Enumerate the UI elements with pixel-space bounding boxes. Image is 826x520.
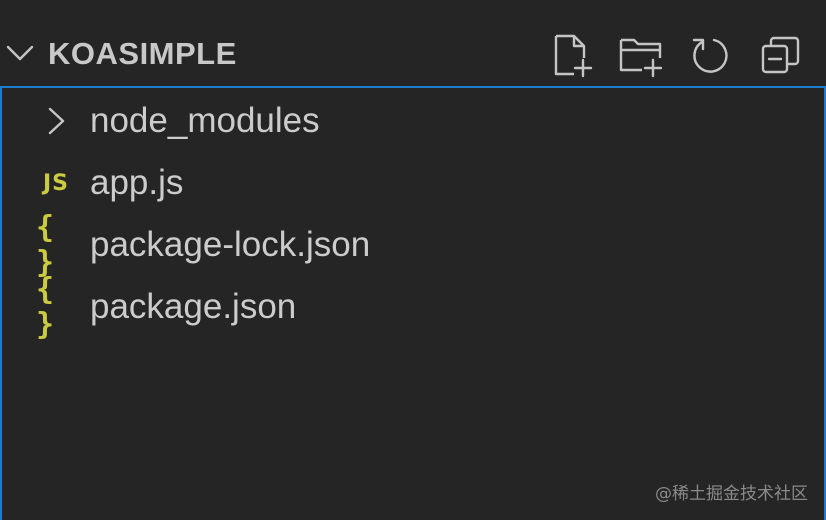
- chevron-down-icon[interactable]: [6, 42, 34, 64]
- javascript-file-icon: JS: [42, 170, 70, 196]
- tree-item-app-js[interactable]: JS app.js: [2, 152, 822, 214]
- json-file-icon: { }: [36, 272, 56, 342]
- new-folder-icon[interactable]: [618, 32, 664, 78]
- refresh-icon[interactable]: [688, 32, 734, 78]
- json-file-icon: { }: [36, 210, 56, 280]
- tree-item-label: node_modules: [90, 101, 320, 140]
- file-explorer: KOASIMPLE node_modules JS app.js {} pac…: [0, 0, 826, 520]
- collapse-all-icon[interactable]: [758, 32, 804, 78]
- tree-item-label: package-lock.json: [90, 225, 371, 264]
- tree-item-package-json[interactable]: { } package.json: [2, 272, 822, 342]
- tree-item-label: package.json: [90, 287, 297, 326]
- explorer-title: KOASIMPLE: [48, 36, 237, 71]
- chevron-right-icon[interactable]: [36, 101, 76, 141]
- explorer-actions: [548, 32, 804, 78]
- explorer-header[interactable]: KOASIMPLE: [0, 20, 826, 86]
- file-tree: node_modules JS app.js { } package-lock.…: [0, 86, 826, 520]
- tree-item-package-lock-json[interactable]: { } package-lock.json: [2, 210, 822, 280]
- tree-item-node-modules[interactable]: node_modules: [2, 90, 822, 152]
- new-file-icon[interactable]: [548, 32, 594, 78]
- watermark: @稀土掘金技术社区: [655, 484, 808, 504]
- tree-item-label: app.js: [90, 163, 184, 202]
